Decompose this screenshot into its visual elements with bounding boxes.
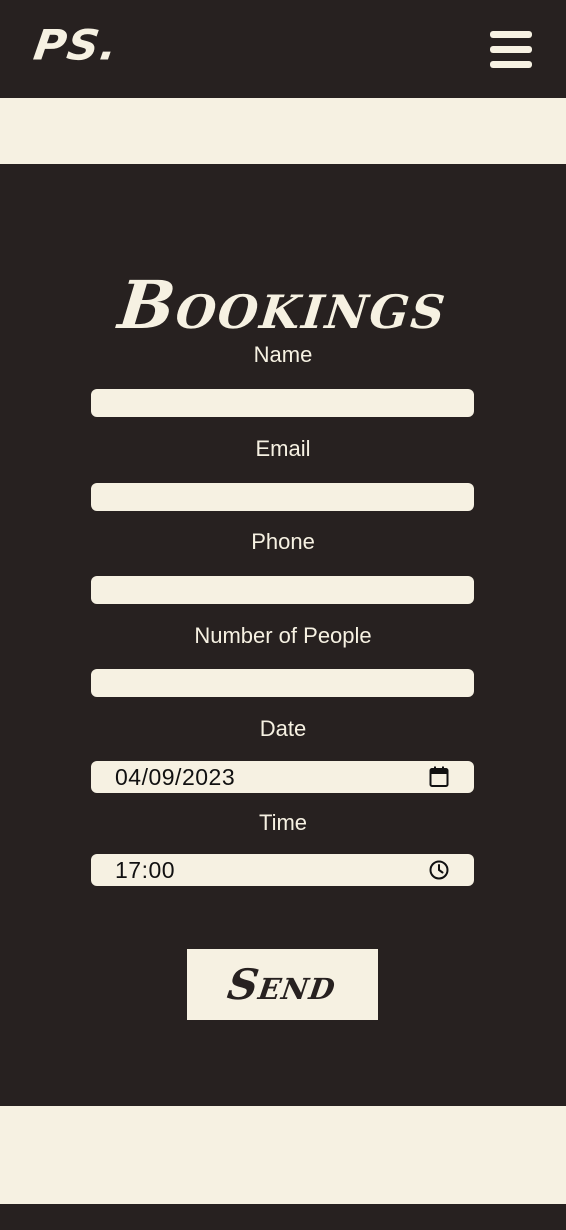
top-band	[0, 98, 566, 164]
bottom-band	[0, 1106, 566, 1204]
top-nav: PS.	[0, 0, 566, 98]
send-button-label: Send	[225, 960, 340, 1009]
time-field[interactable]: 17:00	[91, 854, 474, 886]
calendar-icon[interactable]	[428, 766, 450, 788]
hamburger-menu-icon[interactable]	[490, 30, 534, 70]
menu-bar-bottom	[490, 61, 532, 68]
email-label: Email	[255, 436, 311, 461]
send-button[interactable]: Send	[187, 949, 378, 1020]
email-field[interactable]	[91, 483, 474, 511]
menu-bar-top	[490, 31, 532, 38]
date-label: Date	[259, 716, 307, 741]
date-value: 04/09/2023	[115, 763, 236, 790]
people-field[interactable]	[91, 669, 474, 697]
date-field[interactable]: 04/09/2023	[91, 761, 474, 793]
people-label: Number of People	[194, 623, 372, 648]
site-logo[interactable]: PS.	[31, 21, 121, 69]
bookings-section: Bookings Name Email Phone Number of Peop…	[0, 164, 566, 1106]
name-field[interactable]	[91, 389, 474, 417]
time-label: Time	[258, 810, 308, 835]
clock-icon[interactable]	[428, 859, 450, 881]
menu-bar-middle	[490, 46, 532, 53]
phone-label: Phone	[251, 529, 315, 554]
page-title: Bookings	[114, 266, 452, 345]
phone-field[interactable]	[91, 576, 474, 604]
time-value: 17:00	[115, 856, 176, 883]
name-label: Name	[253, 342, 313, 367]
